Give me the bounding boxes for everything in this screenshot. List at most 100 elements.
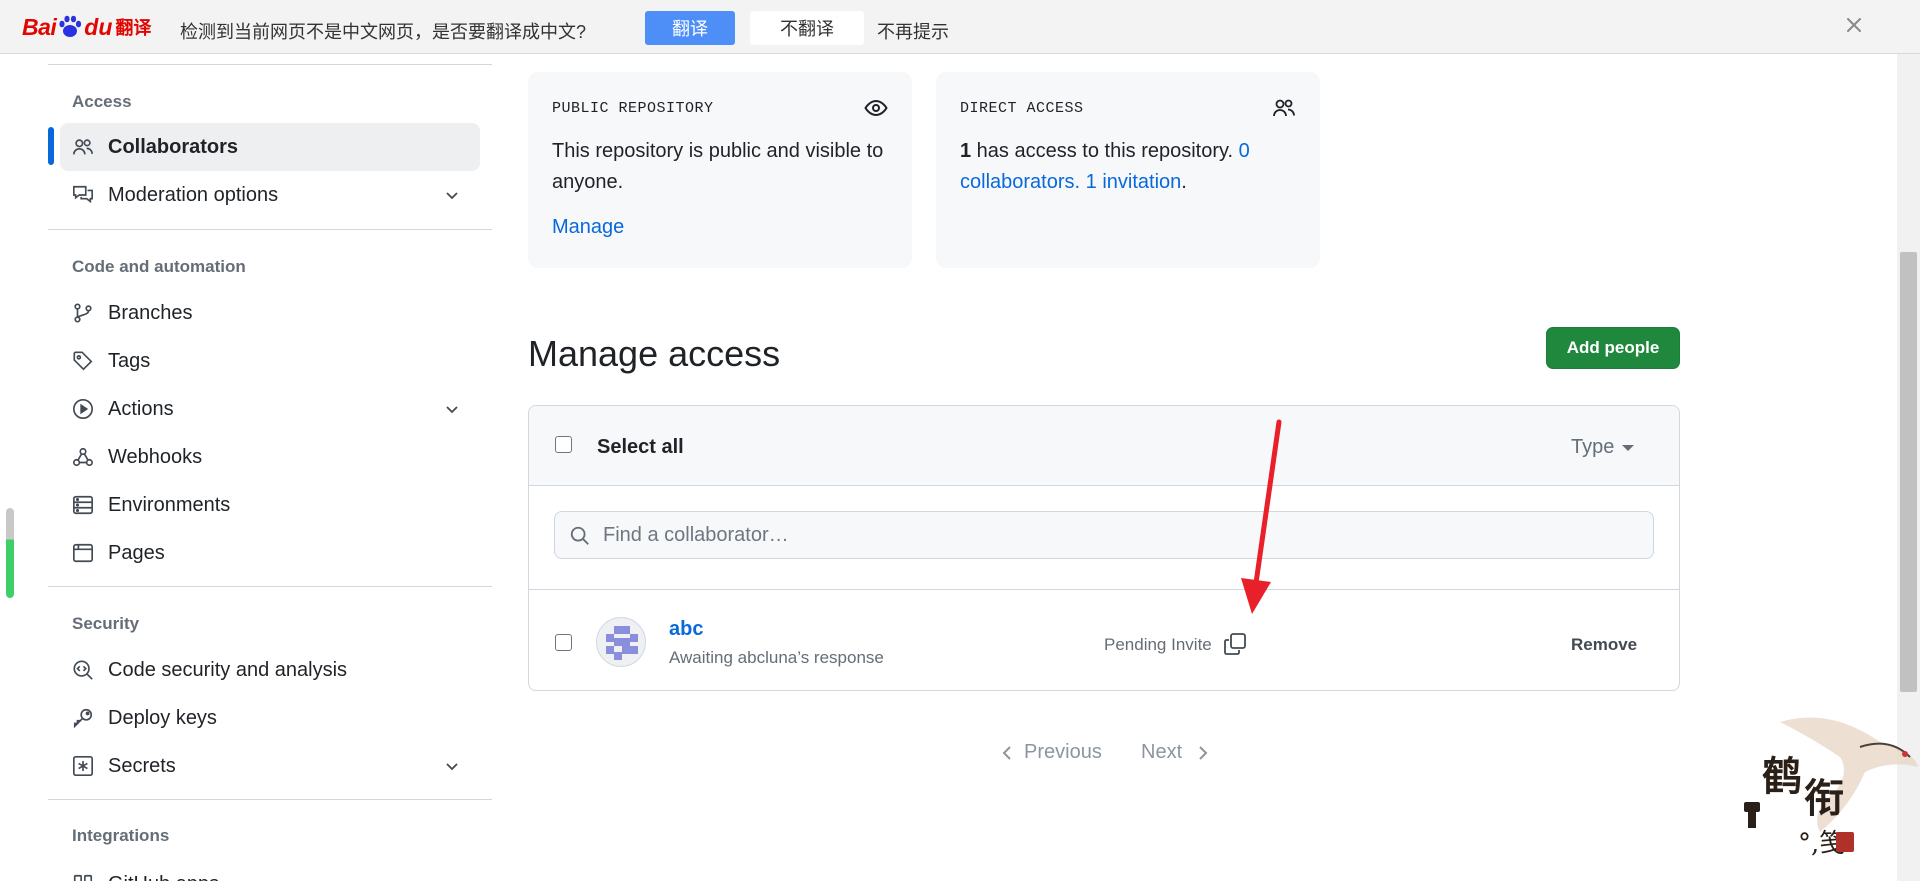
sidebar-item-github-apps[interactable]: GitHub apps [60, 860, 480, 881]
card-description: This repository is public and visible to… [552, 140, 884, 193]
chevron-left-icon [1002, 746, 1011, 760]
sidebar-item-code-security[interactable]: Code security and analysis [60, 646, 480, 694]
access-count: 1 [960, 140, 972, 162]
copy-icon[interactable] [1223, 632, 1247, 656]
sidebar-item-label: Branches [108, 302, 193, 324]
people-icon [73, 139, 93, 155]
collaborator-status-text: Awaiting abcluna’s response [669, 648, 884, 667]
sidebar-item-label: Code security and analysis [108, 659, 348, 681]
chevron-right-icon [1199, 746, 1208, 760]
close-icon[interactable] [1843, 14, 1865, 36]
search-icon [570, 526, 589, 545]
access-text: has access to this repository. [971, 140, 1239, 162]
sidebar-divider [48, 229, 492, 230]
baidu-translate-logo: Bai du 翻译 [22, 10, 151, 44]
sidebar-item-label: Tags [108, 350, 151, 372]
direct-access-card: DIRECT ACCESS 1 has access to this repos… [936, 72, 1320, 268]
collaborator-name-link[interactable]: abc [669, 618, 703, 641]
table-row: abc Awaiting abcluna’s response Pending … [529, 590, 1679, 690]
sidebar-item-label: Environments [108, 494, 231, 516]
chevron-down-icon[interactable] [444, 187, 460, 203]
sidebar-item-actions[interactable]: Actions [60, 385, 480, 433]
previous-page-button[interactable]: Previous [1024, 741, 1102, 764]
row-checkbox[interactable] [555, 634, 572, 651]
asterisk-icon [73, 756, 93, 776]
page-title: Manage access [528, 333, 781, 374]
select-all-checkbox[interactable] [555, 436, 572, 453]
sidebar-item-label: Webhooks [108, 446, 203, 468]
sidebar-item-label: Collaborators [108, 136, 239, 158]
logo-fanyi: 翻译 [115, 18, 152, 38]
sidebar-item-label: Pages [108, 542, 165, 564]
translate-bar: Bai du 翻译 检测到当前网页不是中文网页，是否要翻译成中文? 翻译 不翻译… [0, 0, 1920, 54]
tag-icon [73, 351, 93, 371]
sidebar-item-collaborators[interactable]: Collaborators [60, 123, 480, 171]
sidebar-item-label: Secrets [108, 755, 176, 777]
search-input[interactable] [603, 522, 1603, 548]
key-icon [73, 708, 93, 729]
caret-down-icon [1622, 445, 1634, 451]
git-branch-icon [74, 303, 92, 323]
sentence-end: . [1181, 171, 1187, 193]
sidebar-heading-access: Access [72, 92, 132, 111]
chevron-down-icon[interactable] [444, 758, 460, 774]
sidebar-heading-code-automation: Code and automation [72, 257, 246, 276]
comment-discussion-icon [73, 185, 93, 204]
invitation-link[interactable]: 1 invitation [1086, 171, 1182, 193]
logo-bai: Bai [22, 13, 57, 40]
chevron-down-icon[interactable] [444, 401, 460, 417]
translate-button[interactable]: 翻译 [645, 11, 735, 45]
active-indicator [48, 127, 54, 165]
codescan-icon [73, 660, 93, 680]
type-filter-dropdown[interactable]: Type [1571, 436, 1614, 459]
browser-icon [73, 543, 93, 563]
never-remind-link[interactable]: 不再提示 [877, 18, 949, 44]
avatar [596, 617, 646, 667]
sidebar-heading-security: Security [72, 614, 140, 633]
people-icon [1273, 99, 1295, 117]
pending-invite-label: Pending Invite [1104, 635, 1212, 654]
server-icon [73, 495, 93, 515]
manage-visibility-link[interactable]: Manage [552, 216, 624, 239]
sidebar-item-label: Deploy keys [108, 707, 217, 729]
sidebar-item-label: Actions [108, 398, 174, 420]
collaborators-table: Select all Type abc Awaiting [528, 405, 1680, 691]
scrollbar-thumb[interactable] [1900, 252, 1917, 692]
remove-collaborator-button[interactable]: Remove [1571, 635, 1637, 655]
card-description: 1 has access to this repository. 0 colla… [960, 136, 1300, 198]
sidebar-divider [48, 799, 492, 800]
eye-icon [864, 99, 888, 117]
annotation-arrow [1241, 419, 1282, 614]
link-separator: . [1074, 171, 1086, 193]
watermark-logo: 鹤 衔 °,笺 [1744, 717, 1918, 859]
sidebar-item-pages[interactable]: Pages [60, 529, 480, 577]
sidebar-item-tags[interactable]: Tags [60, 337, 480, 385]
identicon-icon [606, 626, 638, 660]
sidebar-item-branches[interactable]: Branches [60, 289, 480, 337]
collaborator-search [554, 511, 1654, 559]
sidebar-divider [48, 586, 492, 587]
apps-icon [73, 874, 93, 881]
sidebar-item-label: Moderation options [108, 184, 279, 206]
svg-text:鹤: 鹤 [1762, 753, 1802, 800]
table-header: Select all Type [529, 406, 1679, 486]
sidebar-item-environments[interactable]: Environments [60, 481, 480, 529]
sidebar-item-moderation-options[interactable]: Moderation options [60, 171, 480, 219]
sidebar-item-webhooks[interactable]: Webhooks [60, 433, 480, 481]
search-row [529, 486, 1679, 590]
card-kind-label: DIRECT ACCESS [960, 100, 1084, 117]
play-icon [73, 399, 93, 419]
side-indicator [6, 508, 14, 598]
sidebar-item-deploy-keys[interactable]: Deploy keys [60, 694, 480, 742]
webhook-icon [73, 447, 93, 467]
add-people-button[interactable]: Add people [1546, 327, 1680, 369]
sidebar-item-secrets[interactable]: Secrets [60, 742, 480, 790]
dont-translate-button[interactable]: 不翻译 [750, 11, 864, 45]
next-page-button[interactable]: Next [1141, 741, 1182, 764]
select-all-label[interactable]: Select all [597, 436, 684, 459]
sidebar-item-label: GitHub apps [108, 873, 219, 881]
sidebar-heading-integrations: Integrations [72, 826, 170, 845]
translate-prompt-message: 检测到当前网页不是中文网页，是否要翻译成中文? [180, 22, 587, 42]
card-kind-label: PUBLIC REPOSITORY [552, 100, 714, 117]
logo-du: du [84, 13, 113, 40]
